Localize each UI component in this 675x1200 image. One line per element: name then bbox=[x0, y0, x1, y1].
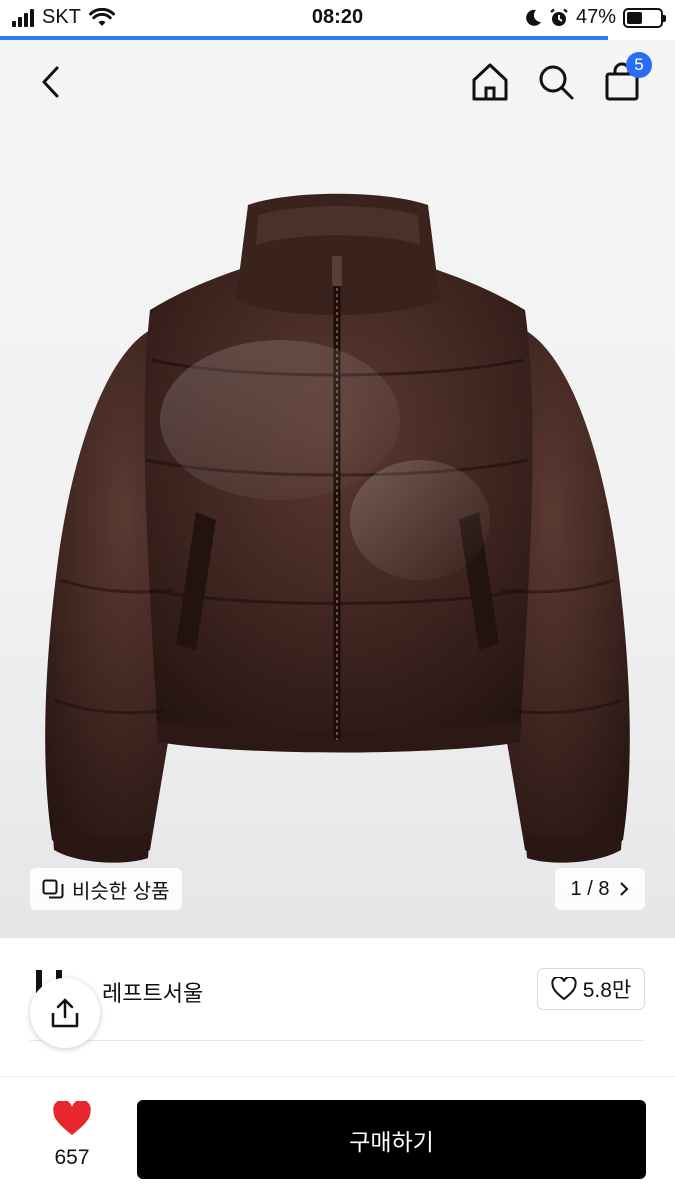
like-button[interactable]: 657 bbox=[40, 1099, 104, 1170]
status-right: 47% bbox=[524, 6, 666, 29]
seller-row: 레프트서울 5.8만 bbox=[30, 960, 645, 1020]
heart-filled-icon bbox=[53, 1099, 91, 1135]
seller-like-count: 5.8만 bbox=[582, 979, 632, 1002]
product-image-jacket bbox=[45, 193, 630, 863]
back-arrow-icon bbox=[42, 66, 59, 98]
top-navigation: 5 bbox=[0, 40, 675, 128]
seller-name[interactable]: 레프트서울 bbox=[102, 976, 203, 1008]
home-icon bbox=[472, 63, 508, 101]
status-bar: SKT 08:20 47% bbox=[0, 0, 675, 38]
back-button[interactable] bbox=[26, 58, 74, 106]
chevron-right-icon bbox=[620, 882, 629, 896]
similar-items-label: 비슷한 상품 bbox=[72, 880, 170, 903]
cart-button[interactable]: 5 bbox=[598, 52, 652, 106]
moon-icon bbox=[526, 9, 541, 26]
battery-icon bbox=[623, 7, 666, 28]
divider bbox=[30, 1040, 645, 1041]
alarm-icon bbox=[550, 8, 568, 26]
heart-outline-icon bbox=[551, 977, 577, 1001]
share-button[interactable] bbox=[30, 978, 100, 1048]
similar-items-button[interactable]: 비슷한 상품 bbox=[30, 868, 182, 910]
home-button[interactable] bbox=[466, 58, 514, 106]
page-load-progress-bar bbox=[0, 36, 608, 40]
image-pager[interactable]: 1 / 8 bbox=[555, 868, 645, 910]
search-icon bbox=[539, 65, 574, 100]
pager-text: 1 / 8 bbox=[571, 878, 610, 901]
like-count: 657 bbox=[54, 1146, 90, 1169]
share-icon bbox=[51, 998, 79, 1028]
cart-count-badge: 5 bbox=[626, 52, 652, 78]
seller-like-button[interactable]: 5.8만 bbox=[537, 968, 645, 1010]
similar-items-icon bbox=[42, 879, 64, 899]
buy-button[interactable]: 구매하기 bbox=[137, 1100, 646, 1179]
pager-current: 1 bbox=[570, 877, 582, 900]
pager-separator: / bbox=[587, 877, 593, 900]
pager-total: 8 bbox=[598, 877, 610, 900]
search-button[interactable] bbox=[532, 58, 580, 106]
product-image-gallery[interactable]: 비슷한 상품 1 / 8 bbox=[0, 40, 675, 938]
bottom-action-bar: 657 구매하기 bbox=[0, 1076, 675, 1200]
battery-percent: 47% bbox=[575, 6, 616, 28]
